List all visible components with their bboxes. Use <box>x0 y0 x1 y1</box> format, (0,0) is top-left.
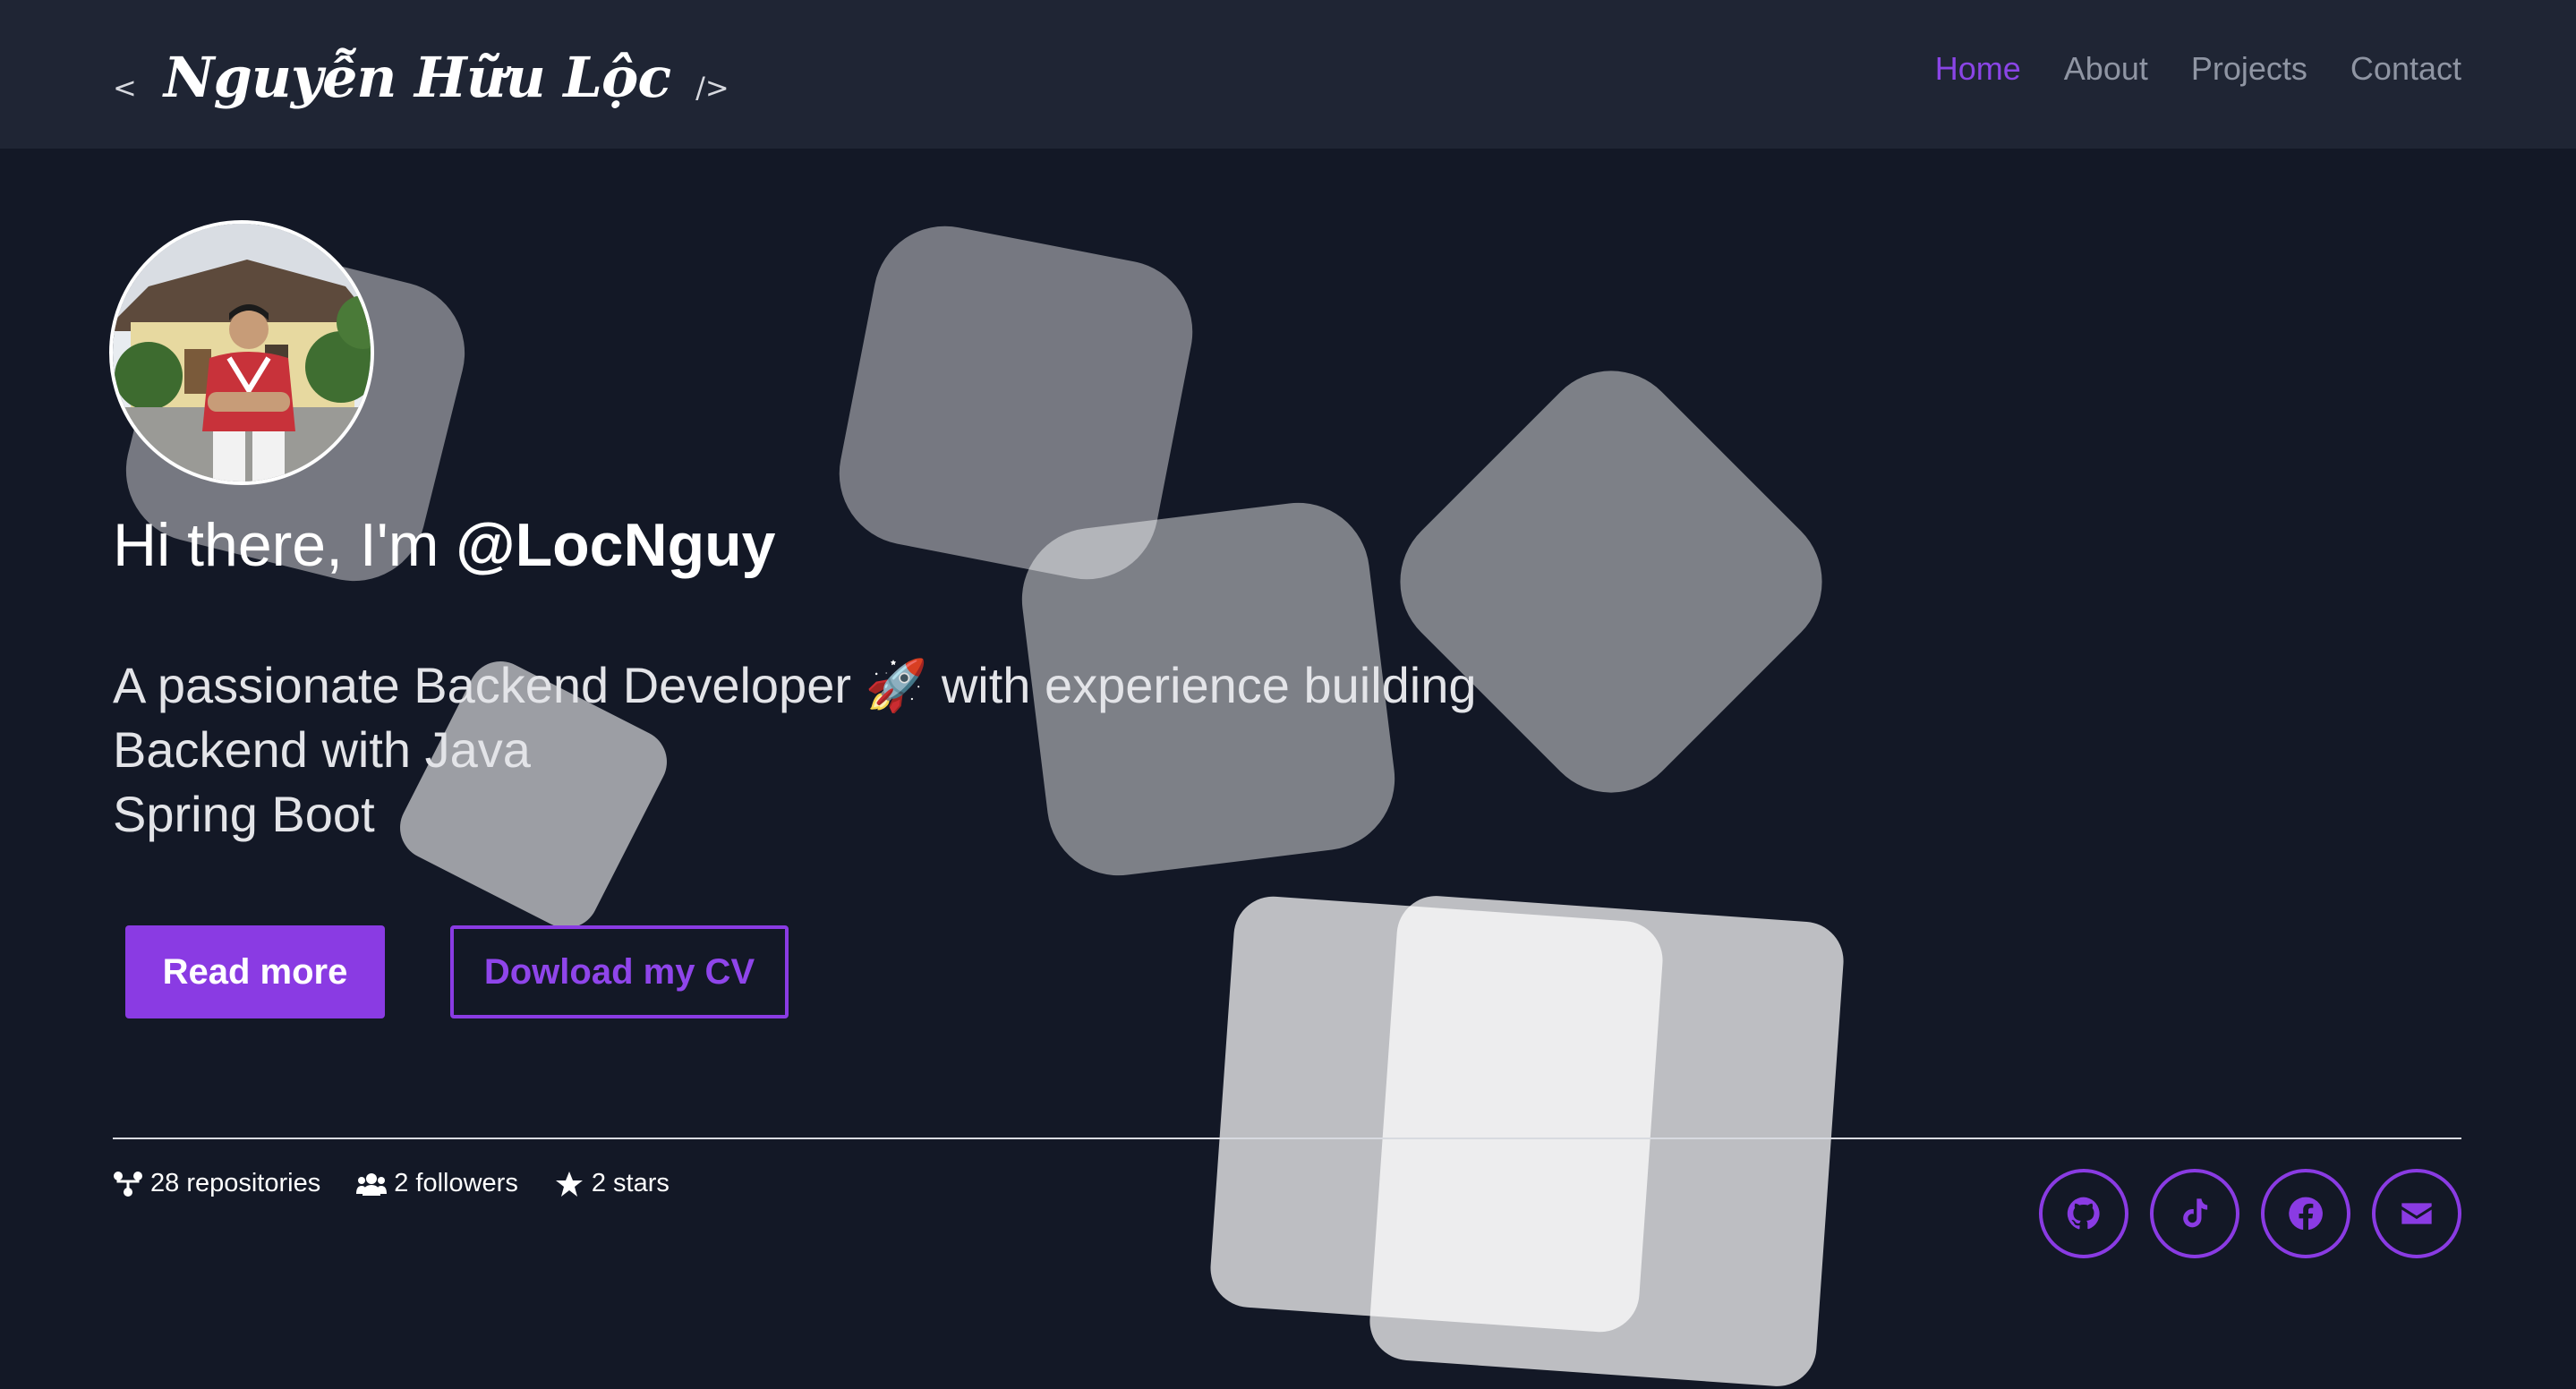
github-stats: 28 repositories 2 followers 2 stars <box>113 1169 670 1198</box>
github-link[interactable] <box>2039 1169 2128 1258</box>
hero-tagline: A passionate Backend Developer 🚀 with ex… <box>113 653 1563 847</box>
stars-count: 2 stars <box>591 1169 670 1197</box>
greeting-prefix: Hi there, I'm <box>113 511 456 579</box>
read-more-button[interactable]: Read more <box>125 925 385 1018</box>
bg-shape-7 <box>1369 896 1844 1386</box>
bg-shape-6 <box>1210 896 1663 1333</box>
nav-contact[interactable]: Contact <box>2350 50 2461 88</box>
greeting-handle: @LocNguy <box>456 511 776 579</box>
star-icon <box>555 1171 583 1197</box>
nav-about[interactable]: About <box>2064 50 2148 88</box>
brand-logo[interactable]: < Nguyễn Hữu Lộc /> <box>113 32 729 122</box>
profile-photo <box>113 224 371 481</box>
email-icon <box>2401 1203 2432 1224</box>
tiktok-icon <box>2183 1198 2208 1228</box>
tagline-line-2: Backend with Java <box>113 721 531 778</box>
github-icon <box>2067 1197 2100 1230</box>
stat-repositories: 28 repositories <box>113 1169 320 1198</box>
social-links <box>2039 1169 2461 1258</box>
brand-name: Nguyễn Hữu Lộc <box>163 44 671 110</box>
hero-greeting: Hi there, I'm @LocNguy <box>113 510 776 580</box>
divider <box>113 1138 2461 1139</box>
nav-links: Home About Projects Contact <box>1935 50 2461 88</box>
brand-open-bracket: < <box>113 71 137 105</box>
repo-fork-icon <box>114 1171 142 1197</box>
tagline-line-1: A passionate Backend Developer 🚀 with ex… <box>113 657 1477 713</box>
users-icon <box>356 1172 388 1196</box>
nav-home[interactable]: Home <box>1935 50 2021 88</box>
repositories-count: 28 repositories <box>150 1169 321 1197</box>
download-cv-button[interactable]: Dowload my CV <box>450 925 789 1018</box>
tiktok-link[interactable] <box>2150 1169 2239 1258</box>
nav-projects[interactable]: Projects <box>2191 50 2307 88</box>
facebook-link[interactable] <box>2261 1169 2350 1258</box>
followers-count: 2 followers <box>394 1169 518 1197</box>
facebook-icon <box>2289 1197 2323 1231</box>
stat-stars: 2 stars <box>554 1169 670 1198</box>
bg-shape-2 <box>839 226 1193 580</box>
profile-avatar <box>109 220 374 485</box>
tagline-line-3: Spring Boot <box>113 786 375 842</box>
email-link[interactable] <box>2372 1169 2461 1258</box>
brand-close-bracket: /> <box>695 71 729 105</box>
navbar: < Nguyễn Hữu Lộc /> Home About Projects … <box>0 0 2576 149</box>
stat-followers: 2 followers <box>356 1169 518 1198</box>
